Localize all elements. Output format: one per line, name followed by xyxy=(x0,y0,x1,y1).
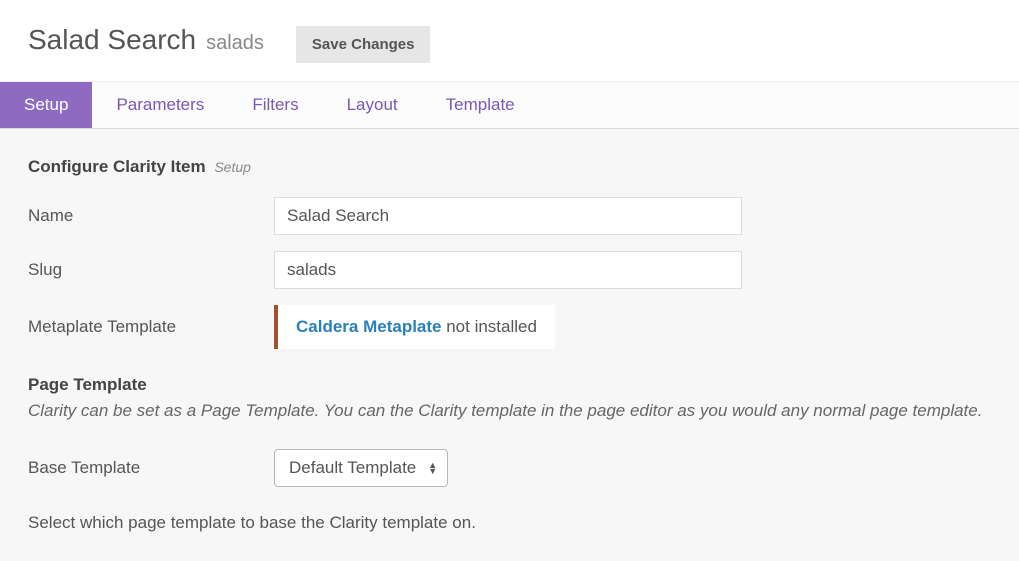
page-slug: salads xyxy=(206,32,264,55)
tab-setup[interactable]: Setup xyxy=(0,82,92,128)
tab-filters[interactable]: Filters xyxy=(228,82,322,128)
base-template-select[interactable]: Default Template ▲▼ xyxy=(274,449,448,487)
section-heading-sub: Setup xyxy=(214,159,251,175)
metaplate-suffix: not installed xyxy=(442,317,537,336)
save-button[interactable]: Save Changes xyxy=(296,26,431,63)
name-input[interactable] xyxy=(274,197,742,235)
page-header: Salad Search salads Save Changes xyxy=(0,0,1019,81)
metaplate-link[interactable]: Caldera Metaplate xyxy=(296,317,442,336)
page-template-desc: Clarity can be set as a Page Template. Y… xyxy=(28,401,991,421)
section-heading: Configure Clarity Item Setup xyxy=(28,157,991,177)
tab-layout[interactable]: Layout xyxy=(323,82,422,128)
base-template-help: Select which page template to base the C… xyxy=(28,513,991,533)
row-base-template: Base Template Default Template ▲▼ xyxy=(28,449,991,487)
row-metaplate: Metaplate Template Caldera Metaplate not… xyxy=(28,305,991,349)
row-name: Name xyxy=(28,197,991,235)
page-title: Salad Search xyxy=(28,24,196,56)
tab-template[interactable]: Template xyxy=(422,82,539,128)
tab-bar: Setup Parameters Filters Layout Template xyxy=(0,81,1019,129)
name-label: Name xyxy=(28,206,274,226)
metaplate-notice: Caldera Metaplate not installed xyxy=(274,305,555,349)
slug-label: Slug xyxy=(28,260,274,280)
chevron-updown-icon: ▲▼ xyxy=(428,462,437,474)
base-template-selected: Default Template xyxy=(289,458,416,478)
metaplate-label: Metaplate Template xyxy=(28,317,274,337)
tab-parameters[interactable]: Parameters xyxy=(92,82,228,128)
section-heading-text: Configure Clarity Item xyxy=(28,157,206,176)
content-area: Configure Clarity Item Setup Name Slug M… xyxy=(0,129,1019,561)
base-template-label: Base Template xyxy=(28,458,274,478)
row-slug: Slug xyxy=(28,251,991,289)
page-template-heading: Page Template xyxy=(28,375,991,395)
slug-input[interactable] xyxy=(274,251,742,289)
